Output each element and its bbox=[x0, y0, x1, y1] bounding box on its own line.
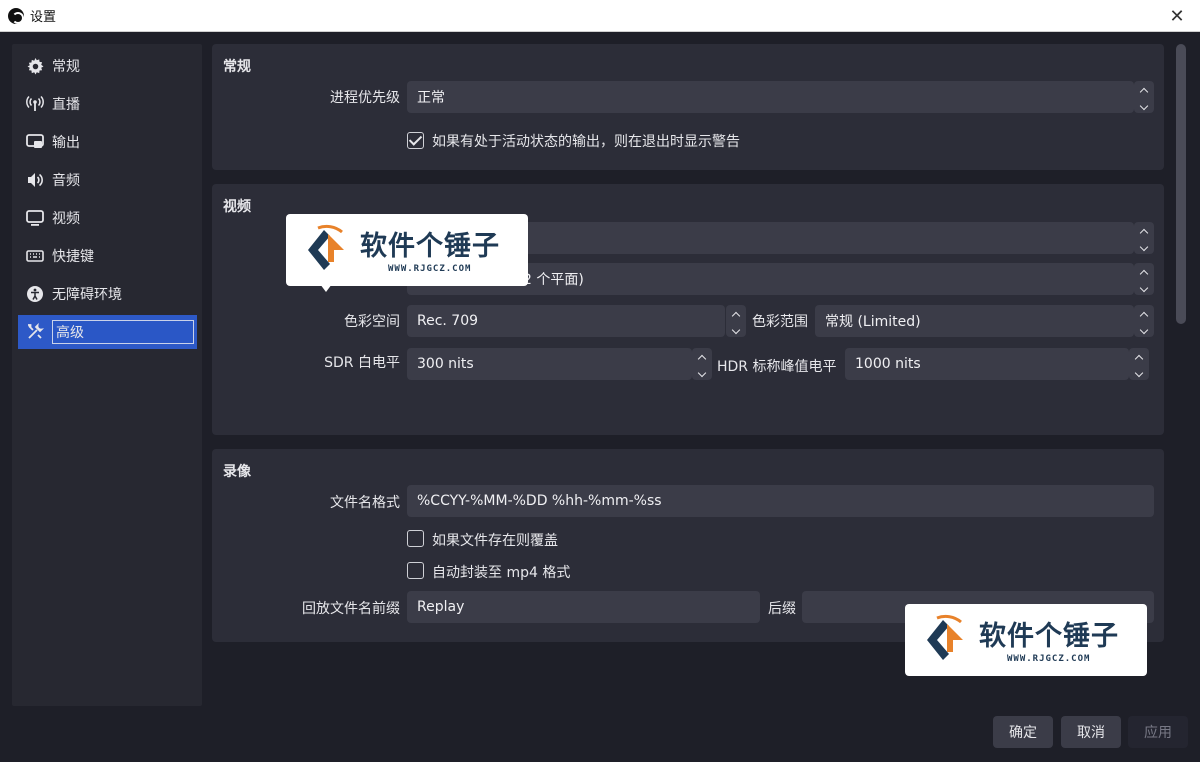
overwrite-checkbox[interactable] bbox=[407, 530, 424, 547]
sidebar-rename-field[interactable]: 高级 bbox=[52, 320, 194, 344]
window-title: 设置 bbox=[30, 10, 57, 25]
sidebar-item-label: 音频 bbox=[52, 173, 80, 189]
hdr-stepper-arrows[interactable] bbox=[1129, 348, 1149, 380]
color-range-label: 色彩范围 bbox=[752, 314, 808, 330]
auto-remux-checkbox[interactable] bbox=[407, 562, 424, 579]
sidebar-item-advanced[interactable]: 高级 bbox=[18, 315, 197, 349]
accessibility-icon bbox=[26, 285, 44, 303]
section-title: 常规 bbox=[223, 59, 251, 75]
monitor-icon bbox=[26, 209, 44, 227]
sidebar-item-accessibility[interactable]: 无障碍环境 bbox=[18, 277, 197, 311]
sdr-white-spinbox[interactable]: 300 nits bbox=[407, 348, 692, 380]
color-space-label: 色彩空间 bbox=[344, 314, 400, 330]
sidebar-item-label: 视频 bbox=[52, 211, 80, 227]
watermark-url: WWW.RJGCZ.COM bbox=[388, 264, 472, 274]
hdr-peak-value: 1000 nits bbox=[855, 356, 921, 372]
suffix-label: 后缀 bbox=[768, 601, 796, 617]
settings-sidebar: 常规 直播 输出 音频 视频 快捷键 无障碍环境 高级 bbox=[12, 44, 202, 706]
priority-value: 正常 bbox=[417, 90, 445, 106]
sidebar-item-label: 高级 bbox=[56, 325, 84, 341]
output-icon bbox=[26, 133, 44, 151]
priority-dropdown-arrows[interactable] bbox=[1134, 81, 1154, 113]
sidebar-item-label: 快捷键 bbox=[52, 249, 94, 265]
gear-icon bbox=[26, 57, 44, 75]
priority-label: 进程优先级 bbox=[330, 90, 400, 106]
sidebar-item-output[interactable]: 输出 bbox=[18, 125, 197, 159]
filename-format-input[interactable]: %CCYY-%MM-%DD %hh-%mm-%ss bbox=[407, 485, 1154, 517]
sidebar-item-audio[interactable]: 音频 bbox=[18, 163, 197, 197]
overwrite-label: 如果文件存在则覆盖 bbox=[432, 533, 558, 549]
replay-prefix-label: 回放文件名前缀 bbox=[302, 601, 400, 617]
watermark-logo-icon bbox=[927, 614, 963, 660]
color-format-value: 2 个平面) bbox=[523, 272, 584, 288]
color-range-select[interactable]: 常规 (Limited) bbox=[815, 305, 1134, 337]
filename-format-value: %CCYY-%MM-%DD %hh-%mm-%ss bbox=[417, 493, 662, 509]
hdr-peak-spinbox[interactable]: 1000 nits bbox=[845, 348, 1129, 380]
exit-warning-checkbox[interactable] bbox=[407, 132, 424, 149]
color-space-value: Rec. 709 bbox=[417, 313, 479, 329]
vertical-scrollbar[interactable] bbox=[1176, 44, 1186, 324]
color-space-select[interactable]: Rec. 709 bbox=[407, 305, 725, 337]
general-section: 常规 进程优先级 正常 如果有处于活动状态的输出，则在退出时显示警告 bbox=[212, 44, 1164, 170]
watermark-badge: 软件个锤子 WWW.RJGCZ.COM bbox=[905, 604, 1147, 676]
apply-button[interactable]: 应用 bbox=[1128, 716, 1188, 748]
priority-select[interactable]: 正常 bbox=[407, 81, 1134, 113]
sidebar-item-hotkeys[interactable]: 快捷键 bbox=[18, 239, 197, 273]
section-title: 视频 bbox=[223, 199, 251, 215]
sdr-white-label: SDR 白电平 bbox=[324, 355, 400, 371]
section-title: 录像 bbox=[223, 464, 251, 480]
sidebar-item-label: 常规 bbox=[52, 59, 80, 75]
filename-format-label: 文件名格式 bbox=[330, 495, 400, 511]
sidebar-item-general[interactable]: 常规 bbox=[18, 49, 197, 83]
sidebar-item-label: 输出 bbox=[52, 135, 80, 151]
tools-icon bbox=[26, 323, 44, 341]
sidebar-item-stream[interactable]: 直播 bbox=[18, 87, 197, 121]
sidebar-item-video[interactable]: 视频 bbox=[18, 201, 197, 235]
watermark-url: WWW.RJGCZ.COM bbox=[1007, 654, 1091, 664]
sidebar-item-label: 直播 bbox=[52, 97, 80, 113]
watermark-text: 软件个锤子 bbox=[360, 231, 500, 262]
sdr-stepper-arrows[interactable] bbox=[692, 348, 712, 380]
watermark-tail bbox=[320, 284, 332, 292]
renderer-dropdown-arrows[interactable] bbox=[1134, 222, 1154, 254]
speaker-icon bbox=[26, 171, 44, 189]
format-dropdown-arrows[interactable] bbox=[1134, 263, 1154, 295]
replay-prefix-input[interactable]: Replay bbox=[407, 591, 760, 623]
cancel-button[interactable]: 取消 bbox=[1061, 716, 1121, 748]
auto-remux-label: 自动封装至 mp4 格式 bbox=[432, 565, 571, 581]
watermark-badge: 软件个锤子 WWW.RJGCZ.COM bbox=[286, 214, 528, 292]
color-space-arrows[interactable] bbox=[726, 305, 746, 337]
obs-logo-icon bbox=[8, 7, 24, 24]
sidebar-item-label: 无障碍环境 bbox=[52, 287, 122, 303]
ok-button[interactable]: 确定 bbox=[993, 716, 1053, 748]
exit-warning-label: 如果有处于活动状态的输出，则在退出时显示警告 bbox=[432, 134, 740, 150]
close-icon[interactable]: ✕ bbox=[1154, 0, 1200, 32]
replay-prefix-value: Replay bbox=[417, 599, 465, 615]
watermark-text: 软件个锤子 bbox=[979, 621, 1119, 652]
hdr-peak-label: HDR 标称峰值电平 bbox=[717, 359, 837, 375]
title-bar: 设置 ✕ bbox=[0, 0, 1200, 32]
keyboard-icon bbox=[26, 247, 44, 265]
watermark-logo-icon bbox=[308, 224, 344, 270]
broadcast-icon bbox=[26, 95, 44, 113]
sdr-white-value: 300 nits bbox=[417, 356, 474, 372]
color-range-value: 常规 (Limited) bbox=[825, 314, 921, 330]
color-range-arrows[interactable] bbox=[1134, 305, 1154, 337]
